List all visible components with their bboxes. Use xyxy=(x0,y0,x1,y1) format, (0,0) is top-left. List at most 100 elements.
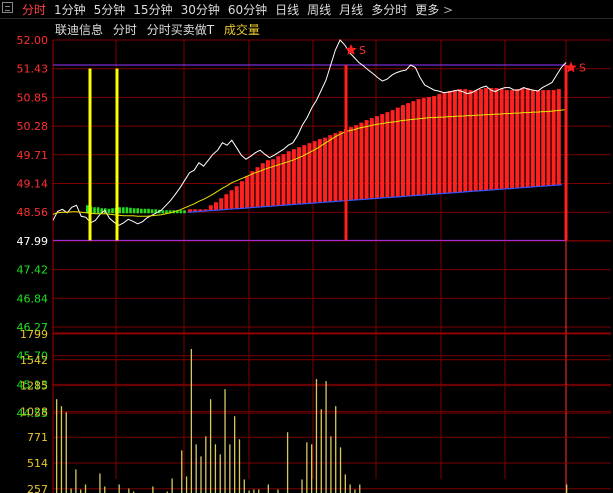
t-down-bar xyxy=(96,207,100,214)
t-up-bar xyxy=(426,97,431,195)
volume-bar xyxy=(311,444,313,493)
t-up-bar xyxy=(375,116,379,199)
volume-bar xyxy=(181,450,183,493)
volume-bar xyxy=(190,348,193,493)
t-up-bar xyxy=(281,154,286,206)
volume-bar xyxy=(229,444,231,493)
t-down-bar xyxy=(165,210,168,214)
volume-bar xyxy=(171,478,173,493)
volume-tick-label: 1799 xyxy=(20,328,48,341)
t-up-bar xyxy=(437,94,442,194)
t-up-bar xyxy=(536,90,541,187)
volume-bar xyxy=(152,486,154,493)
t-up-bar xyxy=(494,88,499,190)
volume-bar xyxy=(60,406,63,493)
t-down-bar xyxy=(111,208,114,214)
t-up-bar xyxy=(297,147,302,205)
volume-tick-label: 771 xyxy=(27,431,48,444)
t-down-bar xyxy=(136,208,139,214)
volume-bar xyxy=(243,479,245,493)
t-down-bar xyxy=(147,208,150,214)
volume-bar xyxy=(301,479,303,493)
t-up-bar xyxy=(556,89,561,186)
volume-bar xyxy=(209,399,212,493)
volume-bar xyxy=(75,469,77,493)
t-up-bar xyxy=(328,135,333,202)
t-down-bar xyxy=(179,210,183,214)
t-up-bar xyxy=(406,103,411,197)
volume-bar xyxy=(214,444,217,493)
t-down-bar xyxy=(118,207,121,214)
t-up-bar xyxy=(551,90,556,186)
volume-bar xyxy=(99,473,101,493)
t-up-bar xyxy=(504,90,509,189)
volume-bar xyxy=(234,416,236,493)
signal-bar xyxy=(344,65,348,241)
t-up-bar xyxy=(265,160,270,207)
t-down-bar xyxy=(132,208,136,214)
t-down-bar xyxy=(125,207,129,214)
t-up-bar xyxy=(411,101,416,196)
volume-bar xyxy=(258,489,260,493)
t-up-bar xyxy=(468,90,473,192)
volume-bar xyxy=(238,439,241,493)
volume-bar xyxy=(65,412,67,493)
t-up-bar xyxy=(291,149,296,205)
volume-bar xyxy=(118,484,120,493)
t-up-bar xyxy=(354,125,359,201)
volume-bar xyxy=(128,488,130,493)
volume-bar xyxy=(224,389,226,493)
volume-bar xyxy=(205,436,207,493)
t-down-bar xyxy=(140,208,143,214)
t-up-bar xyxy=(380,114,385,199)
t-up-bar xyxy=(510,90,515,189)
volume-bar xyxy=(344,474,346,493)
volume-bar xyxy=(354,489,356,493)
t-up-bar xyxy=(421,98,426,196)
t-up-bar xyxy=(276,156,281,206)
volume-bar xyxy=(306,442,308,493)
t-up-bar xyxy=(255,167,260,208)
t-up-bar xyxy=(349,127,354,201)
t-up-bar xyxy=(442,92,447,194)
t-up-bar xyxy=(452,90,457,193)
price-tick-label: 49.71 xyxy=(17,149,49,162)
volume-tick-label: 1285 xyxy=(20,380,48,393)
t-down-bar xyxy=(183,210,186,214)
volume-tick-label: 514 xyxy=(27,457,48,470)
t-up-bar xyxy=(245,176,250,209)
volume-bar xyxy=(349,484,351,493)
volume-bar xyxy=(330,436,332,493)
volume-bar xyxy=(335,406,337,493)
t-up-bar xyxy=(229,190,234,210)
t-up-bar xyxy=(323,137,328,203)
t-up-bar xyxy=(447,91,452,194)
volume-bar xyxy=(195,444,197,493)
t-up-bar xyxy=(515,89,520,189)
price-tick-label: 47.99 xyxy=(17,235,49,248)
t-up-bar xyxy=(239,181,244,209)
t-up-bar xyxy=(219,198,224,210)
t-up-bar xyxy=(520,88,525,188)
volume-tick-label: 1028 xyxy=(20,405,48,418)
t-up-bar xyxy=(369,118,374,199)
t-up-bar xyxy=(250,171,255,208)
t-up-bar xyxy=(432,96,437,195)
t-up-bar xyxy=(400,105,405,197)
t-up-bar xyxy=(224,194,229,210)
t-marker-bar xyxy=(115,68,119,241)
t-up-bar xyxy=(364,120,369,200)
volume-tick-label: 1542 xyxy=(20,354,48,367)
t-up-bar xyxy=(359,122,364,200)
t-down-bar xyxy=(129,207,132,214)
volume-bar xyxy=(315,379,318,493)
t-up-bar xyxy=(416,99,421,196)
buy-marker-label: S xyxy=(359,44,366,57)
t-down-bar xyxy=(161,210,165,214)
t-up-bar xyxy=(463,89,468,193)
t-up-bar xyxy=(484,88,489,191)
volume-bar xyxy=(84,484,87,493)
volume-bar xyxy=(200,456,202,493)
volume-bar xyxy=(267,484,269,493)
intraday-chart[interactable]: 52.00 51.43 50.85 50.28 49.71 49.14 48.56 47.99… xyxy=(0,0,613,493)
